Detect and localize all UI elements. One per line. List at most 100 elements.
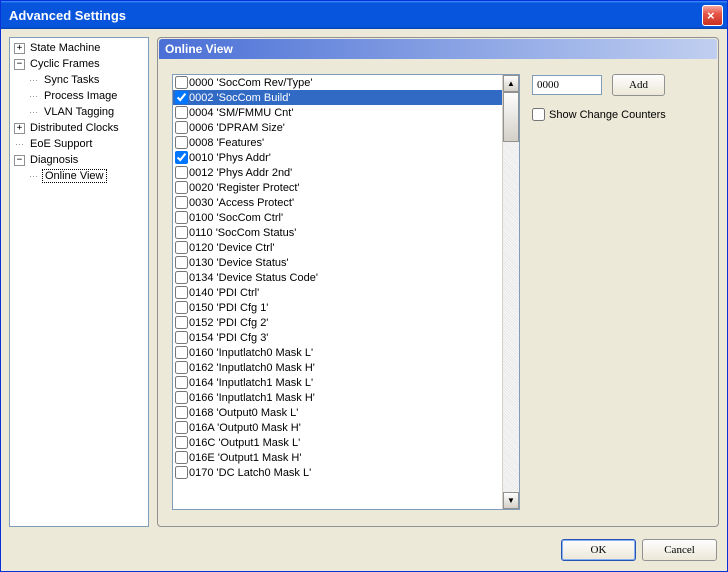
list-item[interactable]: 0166 'Inputlatch1 Mask H' [173, 390, 502, 405]
collapse-icon[interactable]: − [14, 155, 25, 166]
register-label: 016A 'Output0 Mask H' [189, 422, 301, 434]
list-item[interactable]: 0162 'Inputlatch0 Mask H' [173, 360, 502, 375]
cancel-button[interactable]: Cancel [642, 539, 717, 561]
register-label: 0020 'Register Protect' [189, 182, 300, 194]
panel-header: Online View [159, 39, 717, 59]
register-checkbox[interactable] [175, 301, 188, 314]
register-checkbox[interactable] [175, 226, 188, 239]
register-label: 0030 'Access Protect' [189, 197, 294, 209]
register-label: 016C 'Output1 Mask L' [189, 437, 300, 449]
tree-distributed-clocks[interactable]: +Distributed Clocks [10, 120, 148, 136]
list-item[interactable]: 0030 'Access Protect' [173, 195, 502, 210]
collapse-icon[interactable]: − [14, 59, 25, 70]
scroll-up-icon[interactable]: ▲ [503, 75, 519, 92]
register-checkbox[interactable] [175, 181, 188, 194]
list-item[interactable]: 0134 'Device Status Code' [173, 270, 502, 285]
close-icon: × [703, 8, 722, 23]
list-item[interactable]: 016E 'Output1 Mask H' [173, 450, 502, 465]
list-item[interactable]: 0020 'Register Protect' [173, 180, 502, 195]
register-checkbox[interactable] [175, 406, 188, 419]
register-checkbox[interactable] [175, 436, 188, 449]
register-checkbox[interactable] [175, 391, 188, 404]
panel-body: 0000 'SocCom Rev/Type' 0002 'SocCom Build… [158, 60, 718, 526]
ok-button[interactable]: OK [561, 539, 636, 561]
register-label: 0164 'Inputlatch1 Mask L' [189, 377, 313, 389]
list-item[interactable]: 0164 'Inputlatch1 Mask L' [173, 375, 502, 390]
register-listbox[interactable]: 0000 'SocCom Rev/Type' 0002 'SocCom Build… [172, 74, 520, 510]
list-item[interactable]: 0110 'SocCom Status' [173, 225, 502, 240]
register-label: 0168 'Output0 Mask L' [189, 407, 298, 419]
tree-cyclic-frames[interactable]: −Cyclic Frames [10, 56, 148, 72]
register-checkbox[interactable] [175, 451, 188, 464]
list-item[interactable]: 0150 'PDI Cfg 1' [173, 300, 502, 315]
expand-icon[interactable]: + [14, 123, 25, 134]
register-checkbox[interactable] [175, 466, 188, 479]
register-checkbox[interactable] [175, 211, 188, 224]
register-code-input[interactable] [532, 75, 602, 95]
titlebar[interactable]: Advanced Settings × [1, 1, 727, 29]
register-checkbox[interactable] [175, 346, 188, 359]
register-checkbox[interactable] [175, 121, 188, 134]
tree-eoe-support[interactable]: ⋯EoE Support [10, 136, 148, 152]
side-controls: Add Show Change Counters [532, 74, 704, 512]
list-item[interactable]: 0002 'SocCom Build' [173, 90, 502, 105]
list-item[interactable]: 0100 'SocCom Ctrl' [173, 210, 502, 225]
register-checkbox[interactable] [175, 196, 188, 209]
register-checkbox[interactable] [175, 286, 188, 299]
list-item[interactable]: 016C 'Output1 Mask L' [173, 435, 502, 450]
list-item[interactable]: 0140 'PDI Ctrl' [173, 285, 502, 300]
register-checkbox[interactable] [175, 76, 188, 89]
tree-sync-tasks[interactable]: ⋯Sync Tasks [10, 72, 148, 88]
scrollbar[interactable]: ▲ ▼ [502, 75, 519, 509]
register-checkbox[interactable] [175, 136, 188, 149]
tree-process-image[interactable]: ⋯Process Image [10, 88, 148, 104]
tree-online-view[interactable]: ⋯Online View [10, 168, 148, 184]
list-item[interactable]: 0008 'Features' [173, 135, 502, 150]
list-item[interactable]: 0006 'DPRAM Size' [173, 120, 502, 135]
list-item[interactable]: 0010 'Phys Addr' [173, 150, 502, 165]
tree-connector-icon: ⋯ [29, 107, 38, 118]
register-checkbox[interactable] [175, 241, 188, 254]
show-change-counters-checkbox[interactable] [532, 108, 545, 121]
content-area: +State Machine −Cyclic Frames ⋯Sync Task… [1, 29, 727, 535]
register-checkbox[interactable] [175, 166, 188, 179]
register-label: 0130 'Device Status' [189, 257, 289, 269]
register-label: 0160 'Inputlatch0 Mask L' [189, 347, 313, 359]
list-item[interactable]: 0168 'Output0 Mask L' [173, 405, 502, 420]
list-item[interactable]: 0160 'Inputlatch0 Mask L' [173, 345, 502, 360]
list-item[interactable]: 0152 'PDI Cfg 2' [173, 315, 502, 330]
register-checkbox[interactable] [175, 331, 188, 344]
tree-connector-icon: ⋯ [29, 75, 38, 86]
register-checkbox[interactable] [175, 376, 188, 389]
register-checkbox[interactable] [175, 106, 188, 119]
list-item[interactable]: 0130 'Device Status' [173, 255, 502, 270]
register-checkbox[interactable] [175, 256, 188, 269]
expand-icon[interactable]: + [14, 43, 25, 54]
scroll-thumb[interactable] [503, 92, 519, 142]
register-label: 0010 'Phys Addr' [189, 152, 271, 164]
add-button[interactable]: Add [612, 74, 665, 96]
tree-state-machine[interactable]: +State Machine [10, 40, 148, 56]
scroll-down-icon[interactable]: ▼ [503, 492, 519, 509]
register-label: 0002 'SocCom Build' [189, 92, 290, 104]
list-item[interactable]: 0120 'Device Ctrl' [173, 240, 502, 255]
register-checkbox[interactable] [175, 271, 188, 284]
close-button[interactable]: × [702, 5, 723, 26]
list-item[interactable]: 0170 'DC Latch0 Mask L' [173, 465, 502, 480]
right-panel: Online View 0000 'SocCom Rev/Type' 0002 '… [157, 37, 719, 527]
list-item[interactable]: 0154 'PDI Cfg 3' [173, 330, 502, 345]
tree-vlan-tagging[interactable]: ⋯VLAN Tagging [10, 104, 148, 120]
register-checkbox[interactable] [175, 151, 188, 164]
register-checkbox[interactable] [175, 361, 188, 374]
list-item[interactable]: 0004 'SM/FMMU Cnt' [173, 105, 502, 120]
list-item[interactable]: 016A 'Output0 Mask H' [173, 420, 502, 435]
nav-tree[interactable]: +State Machine −Cyclic Frames ⋯Sync Task… [9, 37, 149, 527]
register-checkbox[interactable] [175, 421, 188, 434]
tree-diagnosis[interactable]: −Diagnosis [10, 152, 148, 168]
list-item[interactable]: 0000 'SocCom Rev/Type' [173, 75, 502, 90]
register-checkbox[interactable] [175, 91, 188, 104]
register-checkbox[interactable] [175, 316, 188, 329]
list-item[interactable]: 0012 'Phys Addr 2nd' [173, 165, 502, 180]
scroll-track[interactable] [503, 92, 519, 492]
register-label: 0154 'PDI Cfg 3' [189, 332, 268, 344]
